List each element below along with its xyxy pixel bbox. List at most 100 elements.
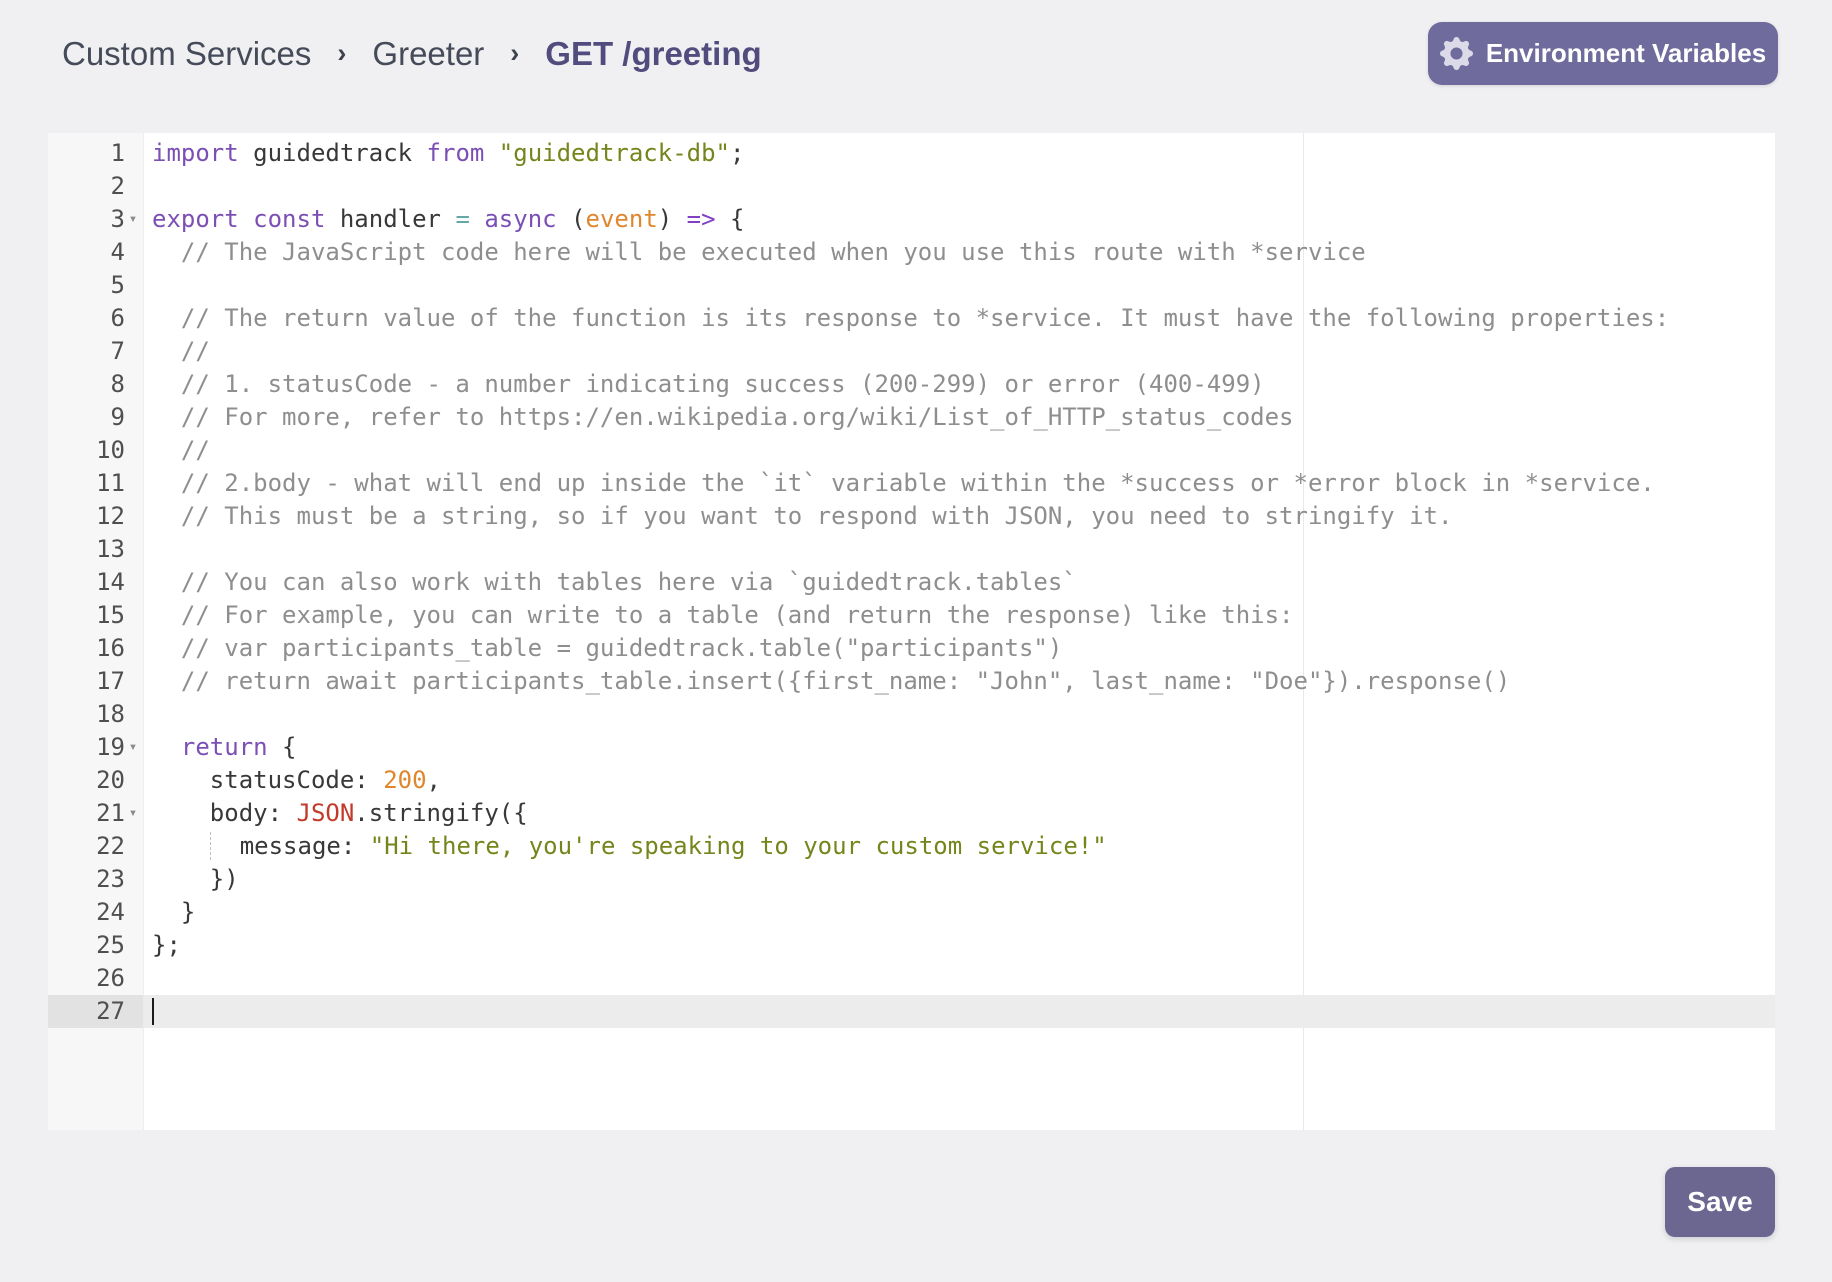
editor-line[interactable]: 22 message: "Hi there, you're speaking t… <box>48 830 1775 863</box>
code-line-text[interactable]: // You can also work with tables here vi… <box>143 566 1775 599</box>
code-line-text[interactable] <box>143 170 1775 203</box>
editor-line[interactable]: 19 ▾ return { <box>48 731 1775 764</box>
token-cm: // 2.body - what will end up inside the … <box>152 469 1655 497</box>
code-line-text[interactable]: // <box>143 335 1775 368</box>
token-pl: ) <box>657 205 687 233</box>
line-number: 12 <box>96 502 125 530</box>
breadcrumb-custom-services[interactable]: Custom Services <box>62 35 311 73</box>
code-line-text[interactable]: export const handler = async (event) => … <box>143 203 1775 236</box>
token-num: 200 <box>383 766 427 794</box>
fold-arrow-icon[interactable]: ▾ <box>125 203 141 236</box>
editor-line[interactable]: 5 <box>48 269 1775 302</box>
code-line-text[interactable]: }; <box>143 929 1775 962</box>
code-editor[interactable]: 1 import guidedtrack from "guidedtrack-db… <box>48 133 1775 1130</box>
code-line-text[interactable]: // 2.body - what will end up inside the … <box>143 467 1775 500</box>
code-line-text[interactable] <box>143 269 1775 302</box>
code-line-text[interactable]: body: JSON.stringify({ <box>143 797 1775 830</box>
editor-lines[interactable]: 1 import guidedtrack from "guidedtrack-db… <box>48 133 1775 1028</box>
code-line-text[interactable]: message: "Hi there, you're speaking to y… <box>143 830 1775 863</box>
code-line-text[interactable]: // For example, you can write to a table… <box>143 599 1775 632</box>
code-line-text[interactable]: }) <box>143 863 1775 896</box>
token-cm: // <box>152 436 210 464</box>
editor-line[interactable]: 10 // <box>48 434 1775 467</box>
editor-line[interactable]: 16 // var participants_table = guidedtra… <box>48 632 1775 665</box>
editor-line[interactable]: 3 ▾ export const handler = async (event) =… <box>48 203 1775 236</box>
editor-line[interactable]: 21 ▾ body: JSON.stringify({ <box>48 797 1775 830</box>
editor-line[interactable]: 11 // 2.body - what will end up inside t… <box>48 467 1775 500</box>
line-number: 4 <box>110 238 125 266</box>
line-number: 5 <box>110 271 125 299</box>
line-number: 3 ▾ <box>48 203 143 236</box>
code-line-text[interactable]: // The return value of the function is i… <box>143 302 1775 335</box>
token-guide <box>209 832 240 860</box>
editor-line[interactable]: 20 statusCode: 200, <box>48 764 1775 797</box>
line-number: 22 <box>96 832 125 860</box>
code-line-text[interactable] <box>143 698 1775 731</box>
token-pl: body: <box>152 799 297 827</box>
token-pl: .stringify({ <box>354 799 528 827</box>
code-line-text[interactable]: // return await participants_table.inser… <box>143 665 1775 698</box>
gear-icon <box>1439 37 1473 70</box>
save-button[interactable]: Save <box>1665 1167 1775 1237</box>
token-cm: // You can also work with tables here vi… <box>152 568 1077 596</box>
editor-line[interactable]: 8 // 1. statusCode - a number indicating… <box>48 368 1775 401</box>
token-cm: // <box>152 337 210 365</box>
editor-line[interactable]: 14 // You can also work with tables here… <box>48 566 1775 599</box>
line-number: 15 <box>96 601 125 629</box>
line-number: 11 <box>96 469 125 497</box>
editor-line[interactable]: 12 // This must be a string, so if you w… <box>48 500 1775 533</box>
editor-line[interactable]: 2 <box>48 170 1775 203</box>
token-pl: , <box>426 766 441 794</box>
token-kw: import <box>152 139 239 167</box>
line-number: 9 <box>110 403 125 431</box>
editor-line[interactable]: 17 // return await participants_table.in… <box>48 665 1775 698</box>
token-kw: from <box>426 139 485 167</box>
code-line-text[interactable] <box>143 995 1775 1028</box>
line-number: 19 ▾ <box>48 731 143 764</box>
code-line-text[interactable]: // 1. statusCode - a number indicating s… <box>143 368 1775 401</box>
code-line-text[interactable]: import guidedtrack from "guidedtrack-db"… <box>143 137 1775 170</box>
editor-line[interactable]: 1 import guidedtrack from "guidedtrack-db… <box>48 137 1775 170</box>
line-number: 1 <box>110 139 125 167</box>
editor-line[interactable]: 13 <box>48 533 1775 566</box>
editor-line[interactable]: 26 <box>48 962 1775 995</box>
code-line-text[interactable]: return { <box>143 731 1775 764</box>
code-line-text[interactable] <box>143 533 1775 566</box>
code-line-text[interactable]: statusCode: 200, <box>143 764 1775 797</box>
code-line-text[interactable]: // This must be a string, so if you want… <box>143 500 1775 533</box>
token-cm: // For more, refer to https://en.wikiped… <box>152 403 1294 431</box>
token-num: event <box>585 205 658 233</box>
environment-variables-button[interactable]: Environment Variables <box>1428 22 1778 85</box>
fold-arrow-icon[interactable]: ▾ <box>125 731 141 764</box>
token-str: "guidedtrack-db" <box>498 139 730 167</box>
token-pl: { <box>267 733 297 761</box>
chevron-right-icon: › <box>337 37 347 68</box>
editor-line[interactable]: 25}; <box>48 929 1775 962</box>
text-cursor <box>152 998 154 1025</box>
editor-line[interactable]: 24 } <box>48 896 1775 929</box>
token-cm: // return await participants_table.inser… <box>152 667 1511 695</box>
editor-line[interactable]: 23 }) <box>48 863 1775 896</box>
editor-line[interactable]: 27 <box>48 995 1775 1028</box>
breadcrumb-greeter[interactable]: Greeter <box>372 35 484 73</box>
line-number: 16 <box>96 634 125 662</box>
code-line-text[interactable]: // The JavaScript code here will be exec… <box>143 236 1775 269</box>
editor-line[interactable]: 4 // The JavaScript code here will be ex… <box>48 236 1775 269</box>
line-number: 26 <box>96 964 125 992</box>
code-line-text[interactable] <box>143 962 1775 995</box>
line-number: 27 <box>48 995 143 1028</box>
editor-line[interactable]: 7 // <box>48 335 1775 368</box>
token-arrow: => <box>686 205 716 233</box>
breadcrumb-current-route: GET /greeting <box>545 35 762 72</box>
fold-arrow-icon[interactable]: ▾ <box>125 797 141 830</box>
editor-line[interactable]: 15 // For example, you can write to a ta… <box>48 599 1775 632</box>
editor-line[interactable]: 6 // The return value of the function is… <box>48 302 1775 335</box>
editor-line[interactable]: 9 // For more, refer to https://en.wikip… <box>48 401 1775 434</box>
code-line-text[interactable]: // var participants_table = guidedtrack.… <box>143 632 1775 665</box>
code-line-text[interactable]: // <box>143 434 1775 467</box>
code-line-text[interactable]: } <box>143 896 1775 929</box>
editor-line[interactable]: 18 <box>48 698 1775 731</box>
code-line-text[interactable]: // For more, refer to https://en.wikiped… <box>143 401 1775 434</box>
